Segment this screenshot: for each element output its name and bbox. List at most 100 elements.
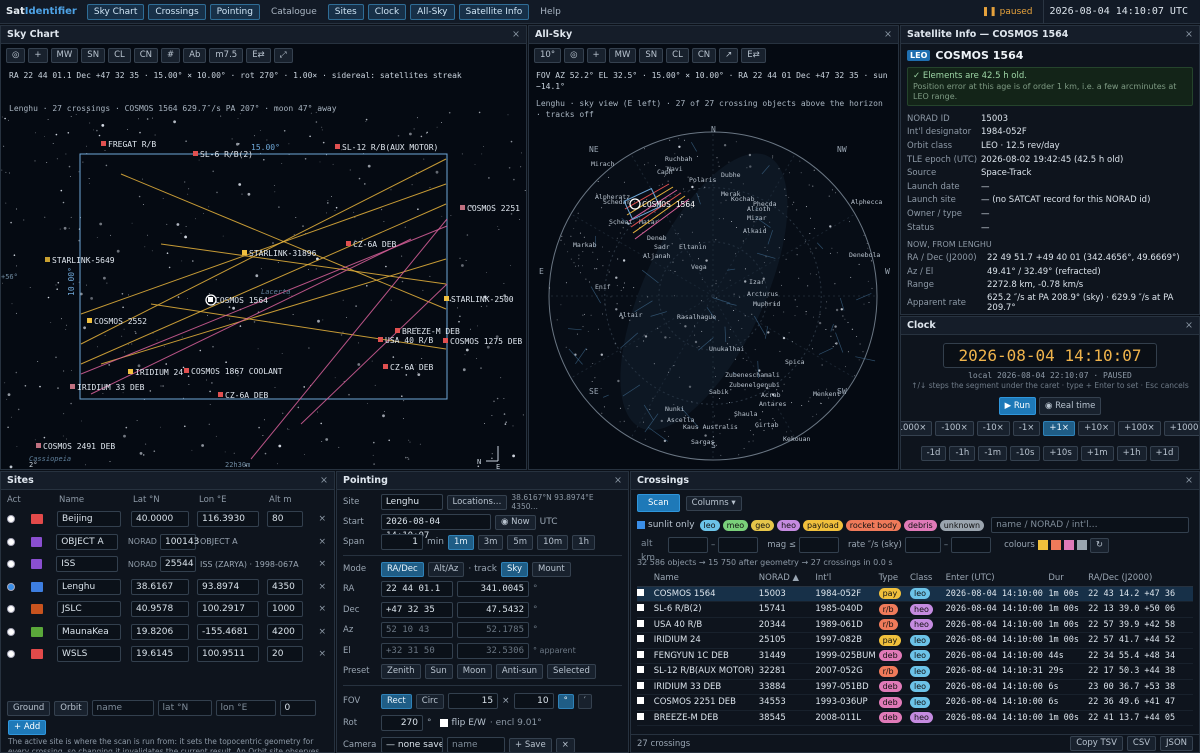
sky-chart-tool-3[interactable]: SN xyxy=(81,48,106,63)
colour-swatch-debris[interactable] xyxy=(1063,540,1074,550)
new-site-lat-input[interactable]: lat °N xyxy=(157,700,212,716)
alt-max-input[interactable] xyxy=(718,537,759,553)
sky-chart-tool-2[interactable]: MW xyxy=(50,48,79,63)
site-color-swatch[interactable] xyxy=(31,649,43,660)
nav-crossings[interactable]: Crossings xyxy=(148,3,206,20)
site-alt-input[interactable]: 4350 xyxy=(267,578,303,595)
search-input[interactable]: name / NORAD / int'l… xyxy=(991,517,1190,533)
clock-step-button[interactable]: -1d xyxy=(920,446,947,461)
site-lon-input[interactable]: 116.3930 xyxy=(197,511,259,528)
table-row[interactable]: SL-6 R/B(2) 15741 1985-040D r/b heo 2026-08-0… xyxy=(637,602,1193,617)
nav-help[interactable]: Help xyxy=(533,4,568,20)
table-row[interactable]: BREEZE-M DEB 38545 2008-011L deb heo 2026-08-… xyxy=(637,710,1193,726)
track-button[interactable]: Sky xyxy=(501,561,529,577)
type-filter-geo[interactable]: geo xyxy=(751,519,775,531)
ra-sexagesimal-input[interactable]: 22 44 01.1 xyxy=(381,581,453,598)
clock-step-button[interactable]: +1m xyxy=(1080,446,1114,461)
table-row[interactable]: COSMOS 1564 15003 1984-052F pay leo 2026-08-0… xyxy=(637,586,1193,602)
reset-colours-icon[interactable]: ↻ xyxy=(1089,537,1109,553)
site-lat-input[interactable]: 40.9578 xyxy=(131,601,189,618)
all-sky-tool-6[interactable]: CN xyxy=(691,48,717,63)
preset-button[interactable]: Selected xyxy=(547,663,596,679)
row-checkbox[interactable] xyxy=(637,666,644,674)
row-checkbox[interactable] xyxy=(637,650,644,658)
table-row[interactable]: USA 40 R/B 20344 1989-061D r/b heo 2026-08-04… xyxy=(637,617,1193,633)
site-row[interactable]: ISS NORAD 25544 ISS (ZARYA) · 1998-067A × xyxy=(7,553,328,576)
type-filter-leo[interactable]: leo xyxy=(699,519,720,531)
col-header[interactable]: Enter (UTC) xyxy=(946,570,1049,586)
active-radio[interactable] xyxy=(7,560,15,569)
type-filter-rocket-body[interactable]: rocket body xyxy=(845,519,901,531)
add-site-button[interactable]: + Add xyxy=(8,720,47,735)
real-time-button[interactable]: ◉ Real time xyxy=(1039,397,1102,415)
rate-max-input[interactable] xyxy=(951,537,992,553)
sky-chart-tool-4[interactable]: CL xyxy=(108,48,131,63)
site-alt-input[interactable]: 4200 xyxy=(267,623,303,640)
json-button[interactable]: JSON xyxy=(1160,736,1193,751)
site-row[interactable]: WSLS 19.6145 100.9511 20 × xyxy=(7,643,328,666)
span-preset-button[interactable]: 3m xyxy=(477,534,504,550)
type-filter-heo[interactable]: heo xyxy=(777,519,800,531)
site-alt-input[interactable]: 1000 xyxy=(267,601,303,618)
nav-pointing[interactable]: Pointing xyxy=(209,3,260,20)
col-header[interactable]: Class xyxy=(910,570,946,586)
site-select[interactable]: Lenghu xyxy=(380,494,443,510)
clock-rate-button[interactable]: +1× xyxy=(1043,421,1076,436)
track-button[interactable]: Mount xyxy=(532,561,571,577)
clock-rate-button[interactable]: +10× xyxy=(1078,421,1116,436)
now-button[interactable]: ◉ Now xyxy=(495,514,536,530)
active-radio[interactable] xyxy=(7,627,15,636)
active-radio[interactable] xyxy=(7,537,15,546)
table-row[interactable]: COSMOS 2251 DEB 34553 1993-036UP deb leo 2026… xyxy=(637,695,1193,710)
all-sky-tool-0[interactable]: 10° xyxy=(534,48,562,63)
clock-step-button[interactable]: -1m xyxy=(978,446,1008,461)
csv-button[interactable]: CSV xyxy=(1126,736,1157,751)
delete-site-icon[interactable]: × xyxy=(318,627,326,637)
ra-degrees-input[interactable]: 341.0045 xyxy=(457,581,529,598)
nav-sky-chart[interactable]: Sky Chart xyxy=(86,3,145,20)
row-checkbox[interactable] xyxy=(637,604,644,612)
site-row[interactable]: MaunaKea 19.8206 -155.4681 4200 × xyxy=(7,621,328,644)
all-sky-tool-3[interactable]: MW xyxy=(608,48,637,63)
active-radio[interactable] xyxy=(7,650,15,659)
col-header[interactable]: Dur xyxy=(1048,570,1088,586)
table-row[interactable]: IRIDIUM 33 DEB 33884 1997-051BD deb leo 2026-… xyxy=(637,679,1193,695)
site-color-swatch[interactable] xyxy=(31,604,43,615)
site-name-input[interactable]: JSLC xyxy=(57,601,121,618)
sky-chart-tool-5[interactable]: CN xyxy=(133,48,159,63)
type-filter-unknown[interactable]: unknown xyxy=(939,519,985,531)
nav-sites[interactable]: Sites xyxy=(327,3,364,20)
columns-button[interactable]: Columns ▾ xyxy=(685,495,742,511)
fov-shape-button[interactable]: Rect xyxy=(381,693,412,709)
row-checkbox[interactable] xyxy=(637,697,644,705)
sky-chart-tool-10[interactable]: ⤢ xyxy=(273,48,293,63)
orbit-button[interactable]: Orbit xyxy=(54,700,88,716)
close-icon[interactable]: × xyxy=(1185,29,1193,40)
run-button[interactable]: ▶ Run xyxy=(998,397,1037,415)
site-norad-input[interactable]: 100143 xyxy=(159,533,199,550)
site-name-input[interactable]: ISS xyxy=(56,556,118,573)
span-input[interactable]: 1 xyxy=(381,534,423,550)
close-icon[interactable]: × xyxy=(320,475,328,486)
span-preset-button[interactable]: 5m xyxy=(507,534,534,550)
clock-step-button[interactable]: +10s xyxy=(1043,446,1078,461)
table-row[interactable]: IRIDIUM 24 25105 1997-082B pay leo 2026-08-04… xyxy=(637,633,1193,648)
new-site-alt-input[interactable]: 0 xyxy=(279,700,316,716)
nav-catalogue[interactable]: Catalogue xyxy=(264,4,324,20)
site-row[interactable]: OBJECT A NORAD 100143 OBJECT A × xyxy=(7,531,328,554)
start-input[interactable]: 2026-08-04 14:10:07 xyxy=(381,514,491,541)
clock-rate-button[interactable]: -100× xyxy=(935,421,974,436)
rate-min-input[interactable] xyxy=(904,537,941,553)
all-sky-tool-4[interactable]: SN xyxy=(639,48,664,63)
col-header[interactable]: RA/Dec (J2000) xyxy=(1088,570,1193,586)
nav-clock[interactable]: Clock xyxy=(367,3,407,20)
type-filter-payload[interactable]: payload xyxy=(802,519,843,531)
site-color-swatch[interactable] xyxy=(31,626,43,637)
clock-rate-button[interactable]: +1000× xyxy=(1163,421,1199,436)
span-preset-button[interactable]: 1h xyxy=(572,534,595,550)
col-header[interactable]: Int'l xyxy=(815,570,878,586)
type-filter-meo[interactable]: meo xyxy=(722,519,749,531)
site-lat-input[interactable]: 19.8206 xyxy=(131,623,189,640)
colour-swatch-rocket[interactable] xyxy=(1050,540,1061,550)
sky-chart-tool-1[interactable]: + xyxy=(28,48,48,63)
